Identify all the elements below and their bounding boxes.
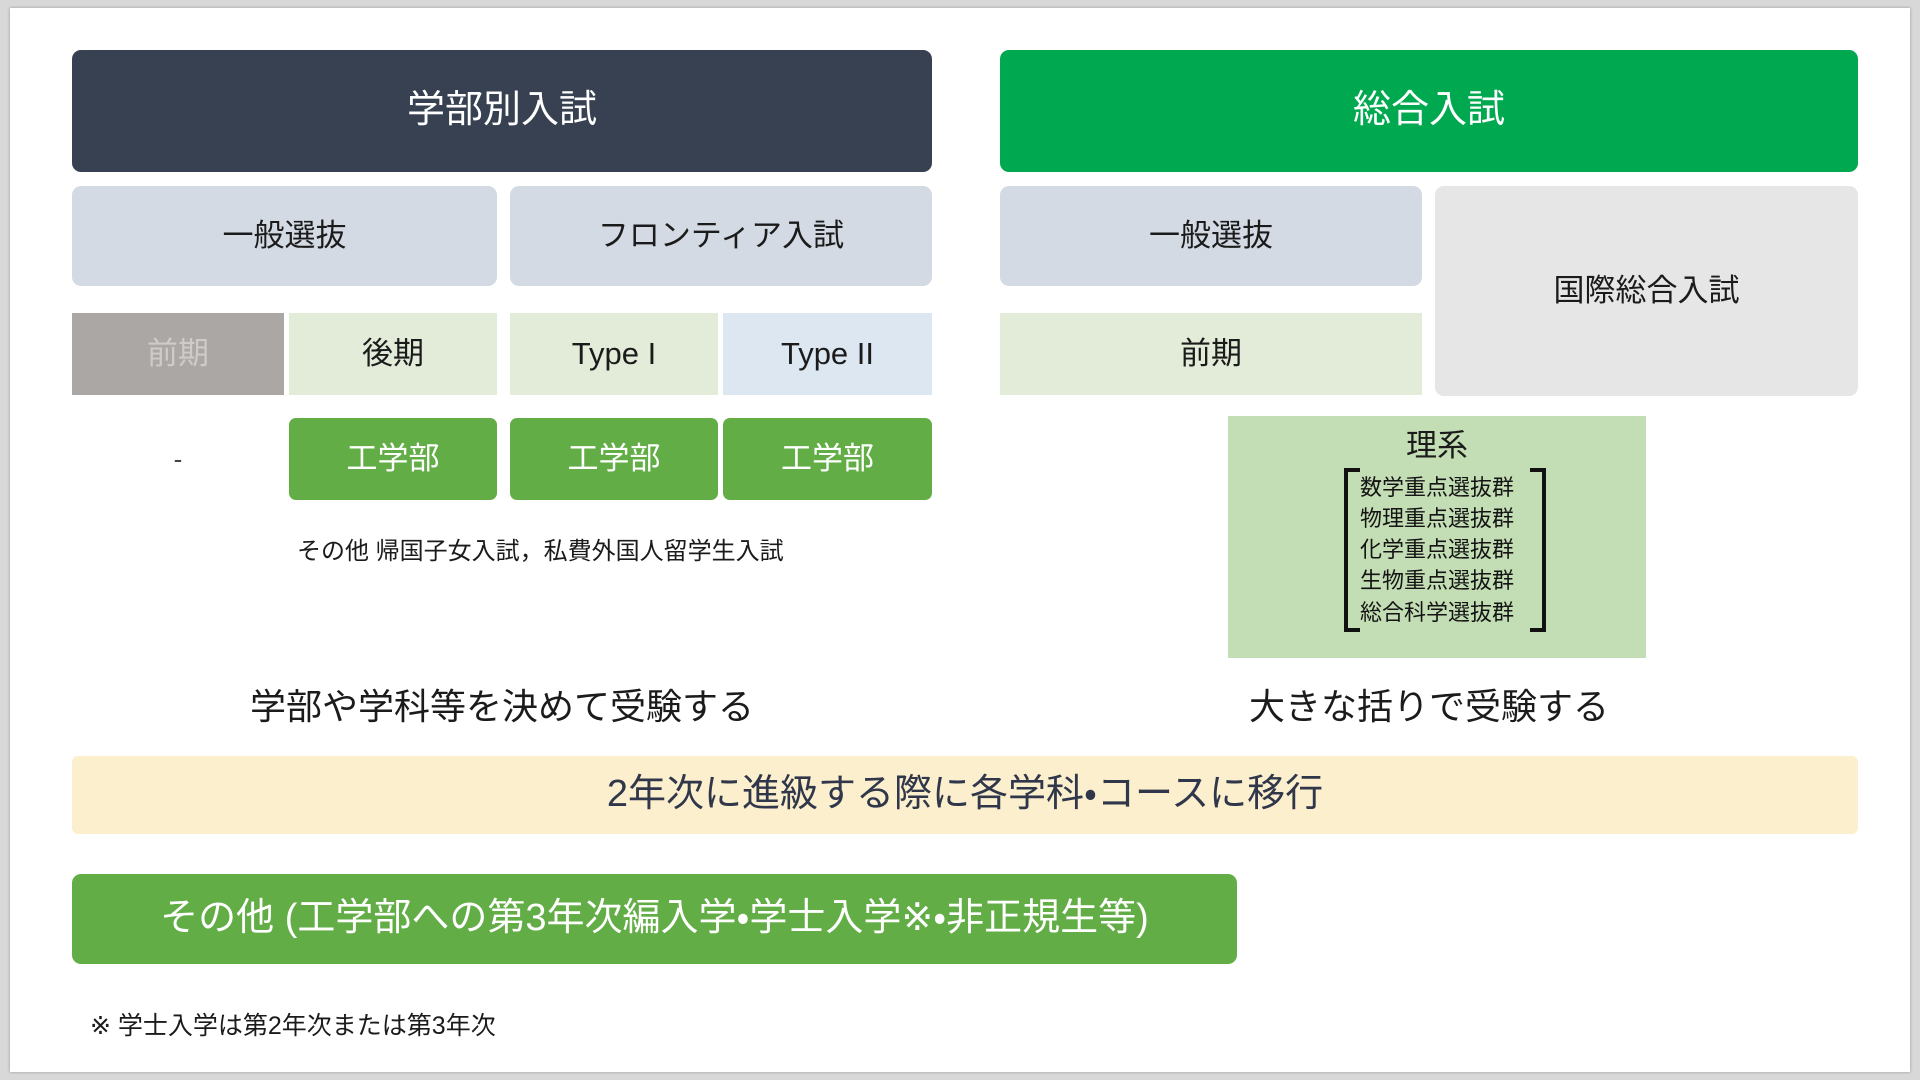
header-comprehensive-exam: 総合入試 xyxy=(1000,50,1858,172)
tier3-type-1: Type I xyxy=(510,313,718,395)
rikei-groups-bracket: 数学重点選抜群 物理重点選抜群 化学重点選抜群 生物重点選抜群 総合科学選抜群 xyxy=(1228,467,1646,632)
footnote-bachelor-entry: ※ 学士入学は第2年次または第3年次 xyxy=(90,1012,496,1040)
caption-left-column: 学部や学科等を決めて受験する xyxy=(249,686,754,727)
rikei-title: 理系 xyxy=(1406,428,1468,463)
tier4-engineering-type2: 工学部 xyxy=(723,418,932,500)
rikei-group-item: 物理重点選抜群 xyxy=(1359,505,1514,531)
tier3-kouki: 後期 xyxy=(289,313,497,395)
caption-right-column: 大きな括りで受験する xyxy=(1248,686,1609,727)
tier2-general-selection-right: 一般選抜 xyxy=(1000,186,1422,286)
rikei-group-list: 数学重点選抜群 物理重点選抜群 化学重点選抜群 生物重点選抜群 総合科学選抜群 xyxy=(1352,468,1522,632)
rikei-group-item: 化学重点選抜群 xyxy=(1359,537,1514,563)
bracket-right-icon xyxy=(1522,467,1546,632)
header-faculty-exam: 学部別入試 xyxy=(72,50,932,172)
tier4-engineering-kouki: 工学部 xyxy=(289,418,497,500)
tier2-general-selection-left: 一般選抜 xyxy=(72,186,497,286)
diagram-canvas: 学部別入試 一般選抜 フロンティア入試 前期 後期 Type I Type II… xyxy=(10,8,1910,1072)
band-transfer-second-year: 2年次に進級する際に各学科・コースに移行 xyxy=(72,756,1858,834)
band-other-admissions: その他 (工学部への第3年次編入学・学士入学※・非正規生等) xyxy=(72,874,1237,964)
tier3-zenki-right: 前期 xyxy=(1000,313,1422,395)
tier4-engineering-type1: 工学部 xyxy=(510,418,718,500)
tier4-none-placeholder: - xyxy=(173,443,183,474)
rikei-group-item: 数学重点選抜群 xyxy=(1359,474,1514,500)
rikei-group-item: 総合科学選抜群 xyxy=(1359,599,1514,625)
rikei-group-item: 生物重点選抜群 xyxy=(1359,568,1514,594)
tier2-frontier-exam: フロンティア入試 xyxy=(510,186,932,286)
tier3-type-2: Type II xyxy=(723,313,932,395)
rikei-panel: 理系 数学重点選抜群 物理重点選抜群 化学重点選抜群 生物重点選抜群 総合科学選… xyxy=(1228,416,1646,658)
tier3-zenki-left: 前期 xyxy=(72,313,284,395)
note-other-exams-left: その他 帰国子女入試，私費外国人留学生入試 xyxy=(297,538,784,565)
bracket-left-icon xyxy=(1336,467,1360,632)
tier2-international-comprehensive-exam: 国際総合入試 xyxy=(1435,186,1858,396)
